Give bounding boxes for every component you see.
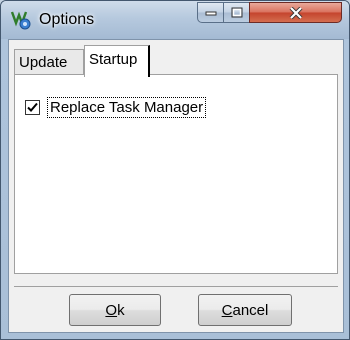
cancel-mnemonic: C: [221, 301, 233, 319]
startup-tab-panel: Replace Task Manager: [14, 74, 338, 274]
cancel-label-rest: ancel: [232, 301, 269, 319]
options-window: Options Update Startup Replace Task Mana…: [0, 0, 350, 340]
tab-update[interactable]: Update: [14, 49, 84, 75]
cancel-button[interactable]: Cancel: [198, 294, 292, 326]
ok-button[interactable]: Ok: [69, 294, 161, 326]
close-icon: [289, 6, 303, 19]
tab-startup[interactable]: Startup: [84, 45, 150, 77]
replace-task-manager-option[interactable]: Replace Task Manager: [25, 97, 207, 118]
maximize-button[interactable]: [223, 2, 250, 23]
ok-mnemonic: O: [105, 301, 118, 319]
window-title: Options: [39, 11, 95, 28]
minimize-button[interactable]: [197, 2, 224, 23]
wrench-gear-icon: [9, 9, 33, 31]
replace-task-manager-label[interactable]: Replace Task Manager: [47, 97, 207, 118]
close-button[interactable]: [249, 2, 342, 23]
minimize-icon: [205, 10, 217, 16]
checkmark-icon: [27, 102, 38, 112]
title-bar[interactable]: Options: [1, 1, 349, 39]
button-separator: [14, 286, 338, 287]
dialog-client-area: Update Startup Replace Task Manager Ok C…: [8, 39, 344, 333]
replace-task-manager-checkbox[interactable]: [25, 100, 40, 115]
ok-label-rest: k: [117, 301, 125, 319]
maximize-icon: [231, 7, 243, 18]
